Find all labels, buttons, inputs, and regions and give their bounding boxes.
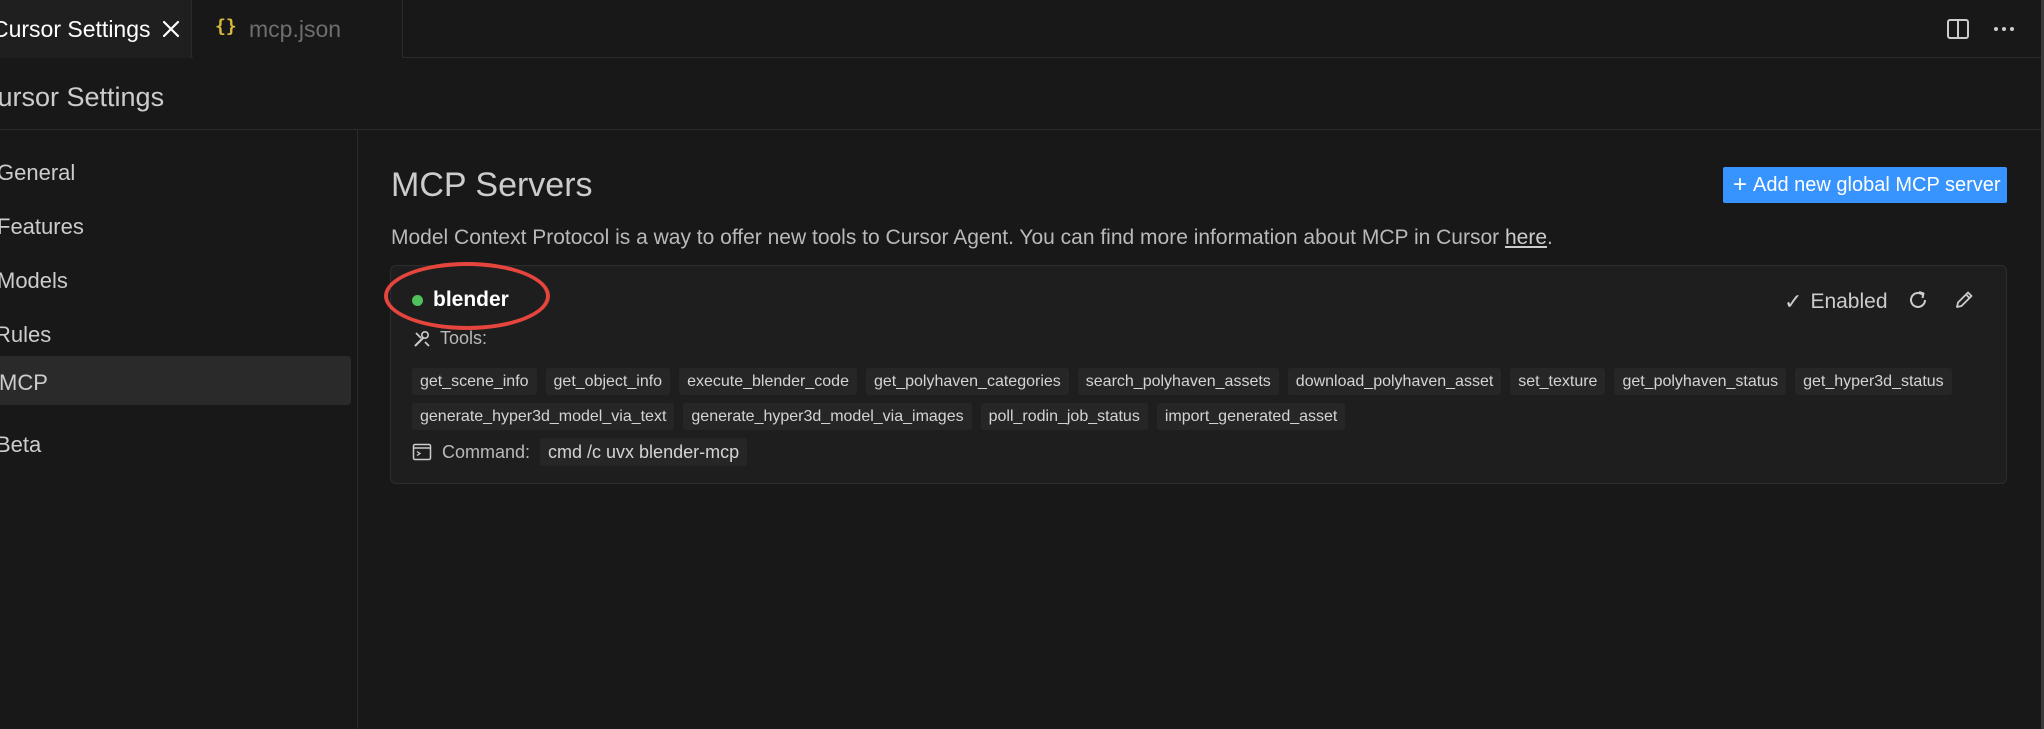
tools-list-row-1: get_scene_info get_object_info execute_b… bbox=[412, 368, 2002, 395]
tool-chip: generate_hyper3d_model_via_images bbox=[683, 403, 972, 430]
editor-tab-bar: Cursor Settings {} mcp.json bbox=[0, 0, 2044, 58]
command-row: Command: cmd /c uvx blender-mcp bbox=[412, 438, 748, 466]
sidebar-item-label: Features bbox=[0, 214, 84, 239]
sidebar-item-models[interactable]: Models bbox=[0, 256, 351, 305]
split-editor-icon[interactable] bbox=[1944, 15, 1972, 43]
page-title: Cursor Settings bbox=[0, 82, 165, 112]
sidebar-item-features[interactable]: Features bbox=[0, 202, 351, 251]
sidebar-item-general[interactable]: General bbox=[0, 148, 351, 197]
sidebar-item-label: Rules bbox=[0, 322, 52, 347]
sidebar-item-label: Models bbox=[0, 268, 68, 293]
tools-list-row-2: generate_hyper3d_model_via_text generate… bbox=[412, 403, 2002, 430]
tool-chip: poll_rodin_job_status bbox=[980, 403, 1148, 430]
command-value: cmd /c uvx blender-mcp bbox=[540, 438, 748, 466]
description-text: Model Context Protocol is a way to offer… bbox=[391, 226, 1505, 249]
more-actions-icon[interactable] bbox=[1990, 15, 2018, 43]
highlight-annotation bbox=[384, 262, 550, 330]
tool-chip: generate_hyper3d_model_via_text bbox=[412, 403, 675, 430]
description-end: . bbox=[1547, 226, 1553, 249]
tool-chip: get_polyhaven_categories bbox=[865, 368, 1069, 395]
json-braces-icon: {} bbox=[215, 16, 237, 37]
add-global-mcp-server-button[interactable]: + Add new global MCP server bbox=[1723, 167, 2007, 203]
terminal-icon bbox=[412, 443, 432, 461]
sidebar-item-label: General bbox=[0, 160, 76, 185]
sidebar-item-beta[interactable]: Beta bbox=[0, 420, 351, 469]
sidebar-item-mcp[interactable]: MCP bbox=[0, 356, 351, 405]
more-info-link[interactable]: here bbox=[1505, 226, 1547, 249]
tools-icon bbox=[414, 330, 430, 347]
tab-mcp-json[interactable]: {} mcp.json bbox=[193, 0, 403, 58]
enabled-label: Enabled bbox=[1810, 290, 1888, 313]
tab-label: mcp.json bbox=[249, 15, 342, 42]
tool-chip: download_polyhaven_asset bbox=[1287, 368, 1502, 395]
add-button-label: Add new global MCP server bbox=[1753, 173, 2001, 196]
tab-cursor-settings[interactable]: Cursor Settings bbox=[0, 0, 192, 58]
sidebar-item-label: Beta bbox=[0, 432, 42, 457]
tool-chip: set_texture bbox=[1510, 368, 1606, 395]
tools-header: Tools: bbox=[412, 328, 487, 349]
section-title: MCP Servers bbox=[391, 166, 593, 204]
tool-chip: get_object_info bbox=[545, 368, 671, 395]
section-description: Model Context Protocol is a way to offer… bbox=[391, 226, 1553, 250]
command-label: Command: bbox=[442, 441, 531, 462]
tool-chip: get_hyper3d_status bbox=[1795, 368, 1952, 395]
refresh-icon[interactable] bbox=[1905, 287, 1931, 313]
settings-sidebar: General Features Models Rules MCP Beta bbox=[0, 130, 358, 729]
plus-icon: + bbox=[1733, 171, 1748, 198]
sidebar-item-rules[interactable]: Rules bbox=[0, 310, 351, 359]
tool-chip: execute_blender_code bbox=[679, 368, 857, 395]
tool-chip: get_scene_info bbox=[412, 368, 537, 395]
edit-pencil-icon[interactable] bbox=[1951, 287, 1977, 313]
check-icon: ✓ bbox=[1784, 289, 1803, 314]
sidebar-item-label: MCP bbox=[0, 370, 48, 395]
tool-chip: get_polyhaven_status bbox=[1614, 368, 1787, 395]
tool-chip: import_generated_asset bbox=[1156, 403, 1346, 430]
enabled-toggle[interactable]: ✓ Enabled bbox=[1784, 289, 1888, 315]
close-icon[interactable] bbox=[157, 15, 185, 43]
tool-chip: search_polyhaven_assets bbox=[1077, 368, 1279, 395]
tools-label: Tools: bbox=[440, 328, 488, 348]
tab-label: Cursor Settings bbox=[0, 15, 151, 42]
